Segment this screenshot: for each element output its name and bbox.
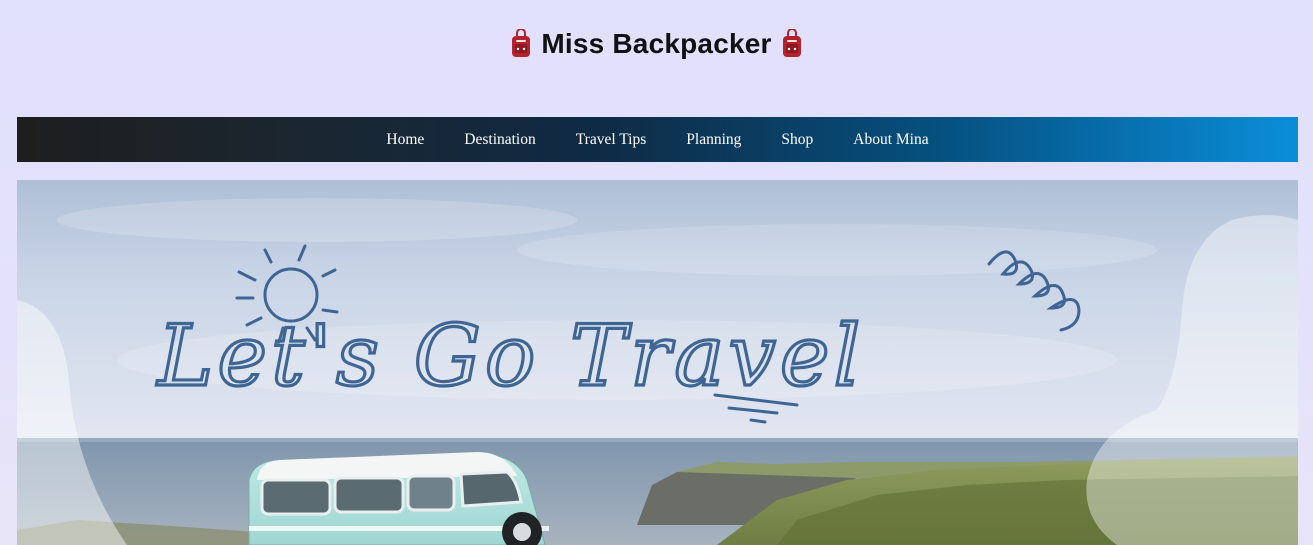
nav-item-about-mina[interactable]: About Mina — [833, 131, 948, 148]
site-header: Miss Backpacker — [0, 0, 1313, 95]
site-title-text: Miss Backpacker — [541, 28, 772, 59]
nav-item-planning[interactable]: Planning — [666, 131, 761, 148]
nav-item-home[interactable]: Home — [366, 131, 444, 148]
hero-banner: Let's Go Travel — [17, 180, 1298, 545]
backpack-icon — [512, 29, 531, 57]
nav-list: Home Destination Travel Tips Planning Sh… — [366, 131, 948, 149]
nav-item-shop[interactable]: Shop — [761, 131, 833, 148]
hero-image: Let's Go Travel — [17, 180, 1298, 545]
backpack-icon — [782, 29, 801, 57]
site-title[interactable]: Miss Backpacker — [509, 28, 803, 60]
main-navigation: Home Destination Travel Tips Planning Sh… — [17, 117, 1298, 162]
hero-headline: Let's Go Travel — [156, 307, 865, 405]
nav-item-travel-tips[interactable]: Travel Tips — [556, 131, 667, 148]
nav-item-destination[interactable]: Destination — [444, 131, 555, 148]
camper-van — [248, 452, 549, 545]
